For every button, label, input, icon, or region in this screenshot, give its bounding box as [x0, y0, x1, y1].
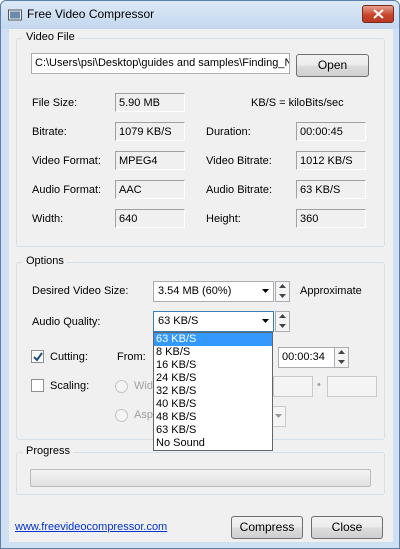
aspect-radio[interactable]	[115, 409, 128, 422]
aspect-select[interactable]	[271, 406, 286, 427]
aspect-radio-label: Asp	[134, 409, 153, 421]
audio-format-value: AAC	[115, 180, 185, 199]
app-icon	[8, 9, 22, 21]
close-button[interactable]: Close	[311, 516, 383, 539]
desired-size-label: Desired Video Size:	[32, 285, 129, 297]
open-button[interactable]: Open	[296, 54, 369, 77]
audio-quality-stepper[interactable]	[275, 311, 290, 332]
arrow-up-icon	[279, 314, 286, 318]
spin-up[interactable]	[335, 348, 348, 357]
progress-bar	[30, 469, 371, 487]
file-size-label: File Size:	[32, 97, 78, 109]
video-bitrate-label: Video Bitrate:	[206, 155, 272, 167]
duration-value: 00:00:45	[296, 122, 366, 141]
spin-down[interactable]	[335, 358, 348, 367]
audio-quality-option[interactable]: 63 KB/S	[154, 333, 272, 346]
audio-quality-label: Audio Quality:	[32, 316, 101, 328]
options-legend: Options	[23, 255, 67, 267]
desired-size-value: 3.54 MB (60%)	[158, 285, 232, 297]
scaling-checkbox[interactable]	[31, 379, 44, 392]
file-path-input[interactable]: C:\Users\psi\Desktop\guides and samples\…	[31, 53, 290, 74]
cutting-checkbox[interactable]	[31, 350, 44, 363]
arrow-up-icon	[338, 350, 345, 354]
audio-quality-value: 63 KB/S	[158, 315, 199, 327]
video-bitrate-value: 1012 KB/S	[296, 151, 366, 170]
audio-quality-option[interactable]: No Sound	[154, 437, 272, 450]
website-link[interactable]: www.freevideocompressor.com	[15, 521, 167, 533]
height-value: 360	[296, 209, 366, 228]
spin-up[interactable]	[276, 312, 289, 321]
from-label: From:	[117, 351, 146, 363]
desired-size-select[interactable]: 3.54 MB (60%)	[153, 281, 274, 302]
audio-quality-dropdown-list[interactable]: 63 KB/S 8 KB/S 16 KB/S 24 KB/S 32 KB/S 40 KB/…	[153, 332, 273, 451]
close-icon	[373, 9, 384, 19]
title-bar[interactable]: Free Video Compressor	[1, 1, 399, 29]
kbs-note: KB/S = kiloBits/sec	[251, 97, 344, 109]
cut-to-stepper[interactable]	[334, 347, 349, 368]
width-value: 640	[115, 209, 185, 228]
desired-size-stepper[interactable]	[275, 281, 290, 302]
arrow-down-icon	[338, 360, 345, 364]
bitrate-value: 1079 KB/S	[115, 122, 185, 141]
audio-quality-option[interactable]: 32 KB/S	[154, 385, 272, 398]
video-file-legend: Video File	[23, 31, 78, 43]
audio-quality-option[interactable]: 8 KB/S	[154, 346, 272, 359]
duration-label: Duration:	[206, 126, 251, 138]
window-close-button[interactable]	[362, 5, 394, 23]
cut-to-input[interactable]: 00:00:34	[278, 347, 335, 368]
audio-quality-option[interactable]: 16 KB/S	[154, 359, 272, 372]
window-title: Free Video Compressor	[27, 7, 155, 21]
progress-legend: Progress	[23, 445, 74, 457]
audio-quality-option[interactable]: 24 KB/S	[154, 372, 272, 385]
audio-quality-select[interactable]: 63 KB/S	[153, 311, 274, 332]
audio-format-label: Audio Format:	[32, 184, 102, 196]
approximate-label: Approximate	[300, 285, 362, 297]
chevron-down-icon	[262, 289, 269, 293]
scale-width-input[interactable]	[273, 376, 313, 397]
audio-bitrate-value: 63 KB/S	[296, 180, 366, 199]
checkmark-icon	[33, 352, 43, 362]
arrow-up-icon	[279, 284, 286, 288]
cutting-label: Cutting:	[50, 351, 88, 363]
arrow-down-icon	[279, 324, 286, 328]
scale-height-input[interactable]	[327, 376, 377, 397]
width-radio[interactable]	[115, 380, 128, 393]
app-window: Free Video Compressor Video File C:\User…	[0, 0, 400, 549]
audio-quality-option[interactable]: 40 KB/S	[154, 398, 272, 411]
spin-down[interactable]	[276, 322, 289, 331]
file-size-value: 5.90 MB	[115, 93, 185, 112]
height-label: Height:	[206, 213, 241, 225]
bitrate-label: Bitrate:	[32, 126, 67, 138]
arrow-down-icon	[279, 294, 286, 298]
width-label: Width:	[32, 213, 64, 225]
chevron-down-icon	[275, 414, 282, 418]
compress-button[interactable]: Compress	[231, 516, 303, 539]
spin-down[interactable]	[276, 292, 289, 301]
width-radio-label: Wid	[134, 380, 153, 392]
times-sign: •	[317, 379, 321, 391]
video-format-label: Video Format:	[32, 155, 101, 167]
audio-bitrate-label: Audio Bitrate:	[206, 184, 273, 196]
scaling-label: Scaling:	[50, 380, 90, 392]
audio-quality-option[interactable]: 63 KB/S	[154, 424, 272, 437]
client-area: Video File C:\Users\psi\Desktop\guides a…	[9, 29, 393, 542]
audio-quality-option[interactable]: 48 KB/S	[154, 411, 272, 424]
chevron-down-icon	[262, 319, 269, 323]
spin-up[interactable]	[276, 282, 289, 291]
video-format-value: MPEG4	[115, 151, 185, 170]
